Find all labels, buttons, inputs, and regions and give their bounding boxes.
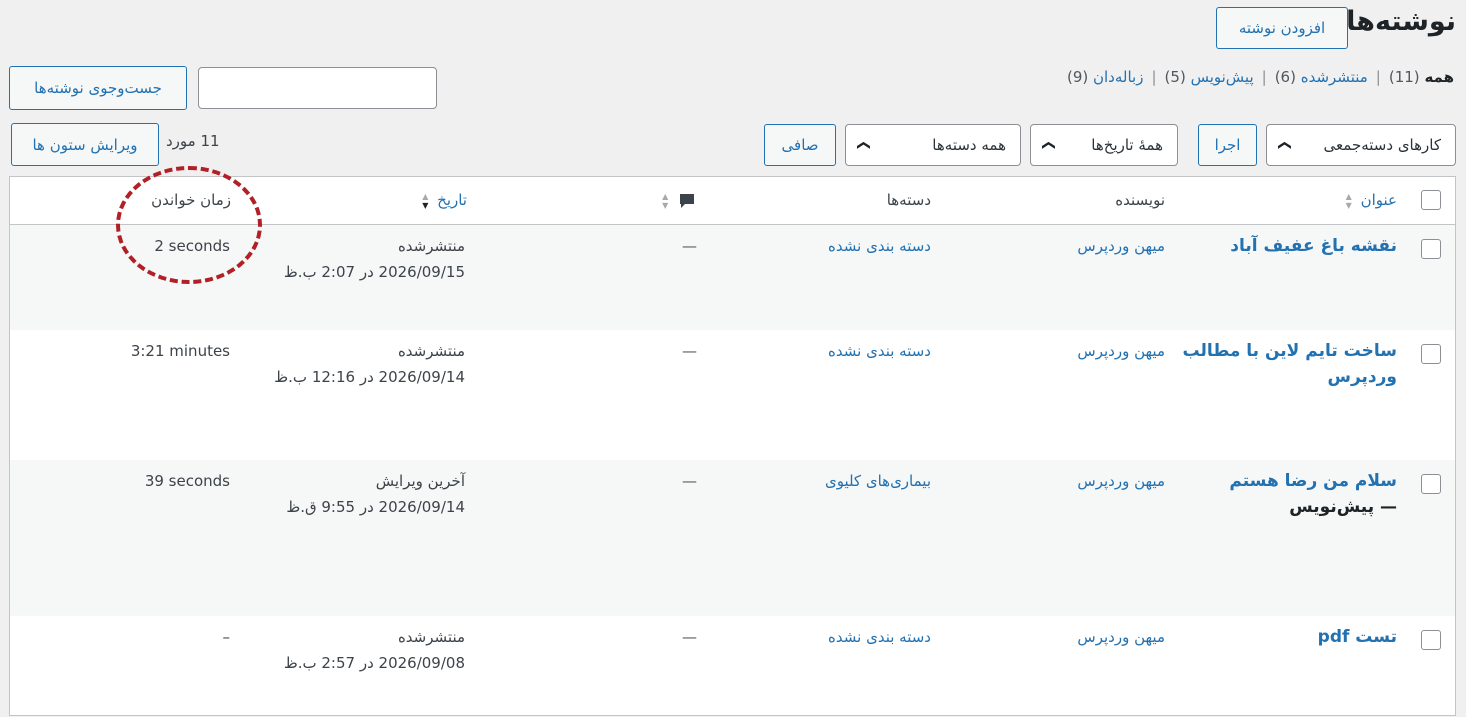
post-comments: — <box>682 237 697 255</box>
post-status: منتشرشده <box>397 342 465 360</box>
post-status: منتشرشده <box>397 628 465 646</box>
post-category-link[interactable]: دسته بندی نشده <box>828 233 931 259</box>
row-checkbox[interactable] <box>1421 344 1441 364</box>
chevron-down-icon: ❯ <box>1276 139 1292 151</box>
bulk-actions-value: کارهای دسته‌جمعی <box>1323 136 1441 154</box>
date-filter-select[interactable]: همهٔ تاریخ‌ها ❯ <box>1030 124 1178 166</box>
sort-icon: ▲ ▼ <box>1345 191 1352 210</box>
category-filter-value: همه دسته‌ها <box>932 136 1006 154</box>
post-author-link[interactable]: میهن وردپرس <box>1077 468 1165 494</box>
post-status: آخرین ویرایش <box>375 472 465 490</box>
highlight-annotation <box>116 166 262 284</box>
post-title-link[interactable]: سلام من رضا هستم <box>1229 468 1397 494</box>
column-comments-header[interactable]: ▲ ▼ <box>662 187 697 213</box>
post-status-views: همه (11) | منتشرشده (6) | پیش‌نویس (5) |… <box>1067 68 1454 86</box>
post-category-link[interactable]: بیماری‌های کلیوی <box>825 468 931 494</box>
post-author-link[interactable]: میهن وردپرس <box>1077 338 1165 364</box>
post-category-link[interactable]: دسته بندی نشده <box>828 624 931 650</box>
post-comments: — <box>682 628 697 646</box>
post-date: 2026/09/15 در 2:07 ب.ظ <box>283 263 465 281</box>
column-date-header[interactable]: تاریخ ▲ ▼ <box>422 187 467 213</box>
post-title-link-line2[interactable]: وردپرس <box>1328 364 1398 390</box>
post-date: 2026/09/08 در 2:57 ب.ظ <box>283 654 465 672</box>
post-title-link[interactable]: تست pdf <box>1318 624 1397 650</box>
category-filter-select[interactable]: همه دسته‌ها ❯ <box>845 124 1021 166</box>
chevron-down-icon: ❯ <box>855 139 871 151</box>
post-state: — پیش‌نویس <box>1289 497 1397 517</box>
date-filter-value: همهٔ تاریخ‌ها <box>1091 136 1163 154</box>
comment-bubble-icon <box>680 193 694 208</box>
post-status: منتشرشده <box>397 237 465 255</box>
reading-time: – <box>222 628 231 646</box>
table-row: تست pdf میهن وردپرس دسته بندی نشده — منت… <box>10 616 1455 717</box>
view-separator: | <box>1375 68 1381 86</box>
column-author-header: نویسنده <box>1115 191 1165 209</box>
post-date: 2026/09/14 در 9:55 ق.ظ <box>286 498 465 516</box>
post-comments: — <box>682 472 697 490</box>
search-posts-button[interactable]: جست‌وجوی نوشته‌ها <box>9 66 187 110</box>
sort-icon: ▲ ▼ <box>422 191 429 210</box>
table-row: ساخت تایم لاین با مطالب وردپرس میهن وردپ… <box>10 330 1455 460</box>
post-title-link[interactable]: ساخت تایم لاین با مطالب <box>1183 338 1397 364</box>
post-author-link[interactable]: میهن وردپرس <box>1077 233 1165 259</box>
view-separator: | <box>1151 68 1157 86</box>
apply-button[interactable]: اجرا <box>1198 124 1257 166</box>
sort-icon: ▲ ▼ <box>662 191 669 210</box>
items-count: 11 مورد <box>166 132 220 150</box>
table-row: سلام من رضا هستم — پیش‌نویس میهن وردپرس … <box>10 460 1455 616</box>
row-checkbox[interactable] <box>1421 239 1441 259</box>
post-comments: — <box>682 342 697 360</box>
edit-columns-button[interactable]: ویرایش ستون ها <box>11 123 159 166</box>
post-date: 2026/09/14 در 12:16 ب.ظ <box>274 368 465 386</box>
reading-time: 3:21 minutes <box>130 342 230 360</box>
view-separator: | <box>1261 68 1267 86</box>
row-checkbox[interactable] <box>1421 630 1441 650</box>
chevron-down-icon: ❯ <box>1040 139 1056 151</box>
filter-button[interactable]: صافی <box>764 124 836 166</box>
row-checkbox[interactable] <box>1421 474 1441 494</box>
add-new-post-button[interactable]: افزودن نوشته <box>1216 7 1348 49</box>
post-author-link[interactable]: میهن وردپرس <box>1077 624 1165 650</box>
column-categories-header: دسته‌ها <box>886 191 931 209</box>
post-category-link[interactable]: دسته بندی نشده <box>828 338 931 364</box>
page-title: نوشته‌ها <box>1346 6 1456 37</box>
search-input[interactable] <box>198 67 437 109</box>
view-trash[interactable]: زباله‌دان (9) <box>1067 68 1144 86</box>
view-published[interactable]: منتشرشده (6) <box>1275 68 1368 86</box>
bulk-actions-select[interactable]: کارهای دسته‌جمعی ❯ <box>1266 124 1456 166</box>
view-all[interactable]: همه (11) <box>1389 68 1454 86</box>
select-all-checkbox[interactable] <box>1421 190 1441 210</box>
column-title-header[interactable]: عنوان ▲ ▼ <box>1346 187 1397 213</box>
reading-time: 39 seconds <box>144 472 230 490</box>
post-title-link[interactable]: نقشه باغ عفیف آباد <box>1230 233 1397 259</box>
view-drafts[interactable]: پیش‌نویس (5) <box>1165 68 1254 86</box>
